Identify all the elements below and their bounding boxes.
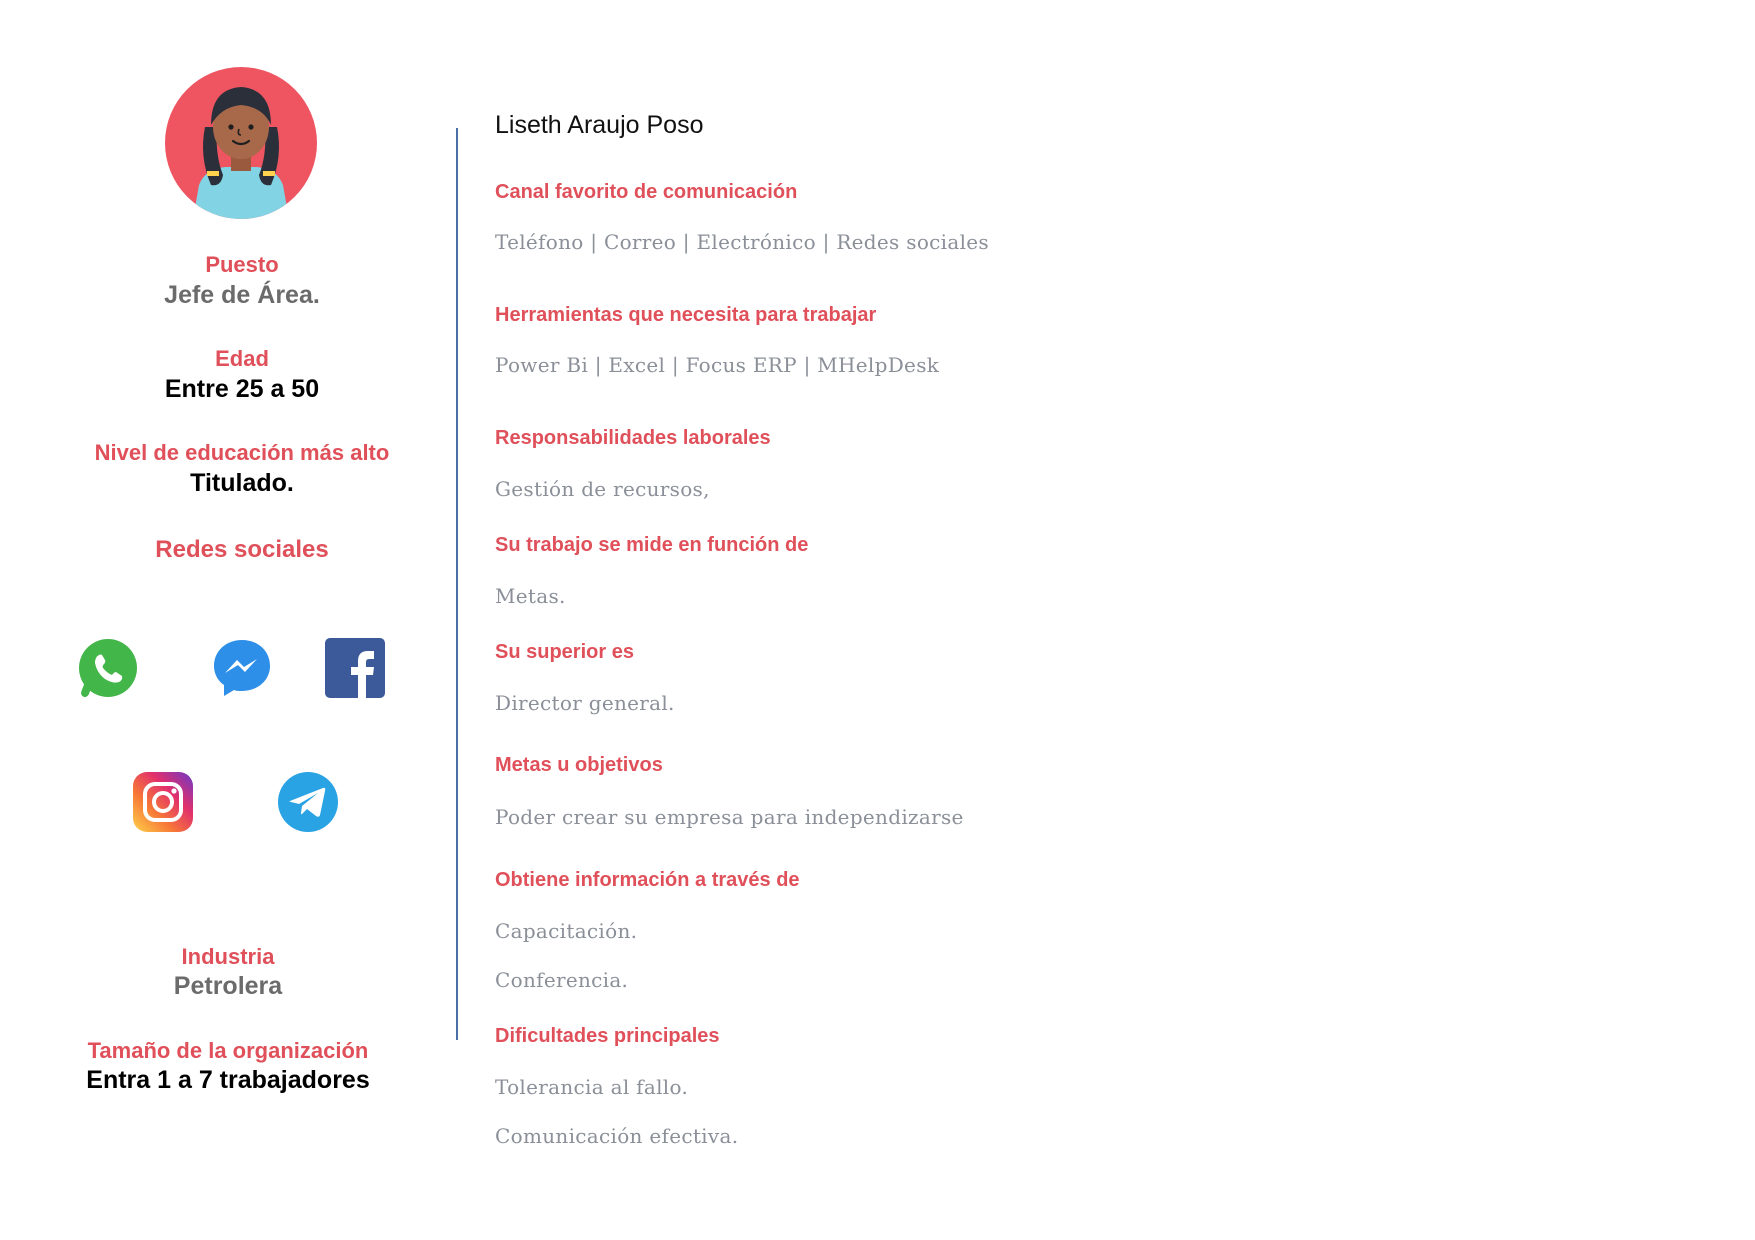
channel-text: Teléfono | Correo | Electrónico | Redes …	[495, 230, 989, 254]
difficulties-text-2: Comunicación efectiva.	[495, 1124, 739, 1148]
avatar	[165, 67, 317, 219]
position-label: Puesto	[205, 252, 279, 277]
instagram-icon[interactable]	[132, 771, 194, 833]
tools-text: Power Bi | Excel | Focus ERP | MHelpDesk	[495, 353, 940, 377]
measured-title: Su trabajo se mide en función de	[495, 534, 809, 556]
goals-title: Metas u objetivos	[495, 754, 663, 776]
org-size-label: Tamaño de la organización	[87, 1038, 369, 1063]
difficulties-title: Dificultades principales	[495, 1025, 720, 1047]
channel-title: Canal favorito de comunicación	[495, 181, 798, 203]
position-value: Jefe de Área.	[164, 281, 320, 309]
superior-title: Su superior es	[495, 641, 634, 663]
measured-text: Metas.	[495, 584, 566, 608]
age-label: Edad	[215, 346, 269, 371]
info-text-1: Capacitación.	[495, 919, 638, 943]
messenger-icon[interactable]	[211, 637, 273, 699]
org-size-value: Entra 1 a 7 trabajadores	[86, 1066, 370, 1094]
info-text-2: Conferencia.	[495, 968, 629, 992]
difficulties-text-1: Tolerancia al fallo.	[495, 1075, 689, 1099]
education-label: Nivel de educación más alto	[94, 440, 390, 465]
industry-value: Petrolera	[173, 972, 283, 1000]
education-value: Titulado.	[190, 469, 294, 497]
responsibilities-text: Gestión de recursos,	[495, 477, 710, 501]
industry-label: Industria	[181, 944, 275, 969]
tools-title: Herramientas que necesita para trabajar	[495, 304, 877, 326]
info-title: Obtiene información a través de	[495, 869, 800, 891]
profile-sidebar: Puesto Jefe de Área. Edad Entre 25 a 50 …	[0, 0, 460, 1240]
social-label: Redes sociales	[155, 536, 329, 563]
facebook-icon[interactable]	[324, 637, 386, 699]
vertical-divider	[456, 128, 458, 1040]
responsibilities-title: Responsabilidades laborales	[495, 427, 771, 449]
telegram-icon[interactable]	[277, 771, 339, 833]
age-value: Entre 25 a 50	[164, 375, 320, 403]
superior-text: Director general.	[495, 691, 675, 715]
goals-text: Poder crear su empresa para independizar…	[495, 805, 964, 829]
whatsapp-icon[interactable]	[77, 637, 139, 699]
persona-name: Liseth Araujo Poso	[495, 111, 704, 139]
